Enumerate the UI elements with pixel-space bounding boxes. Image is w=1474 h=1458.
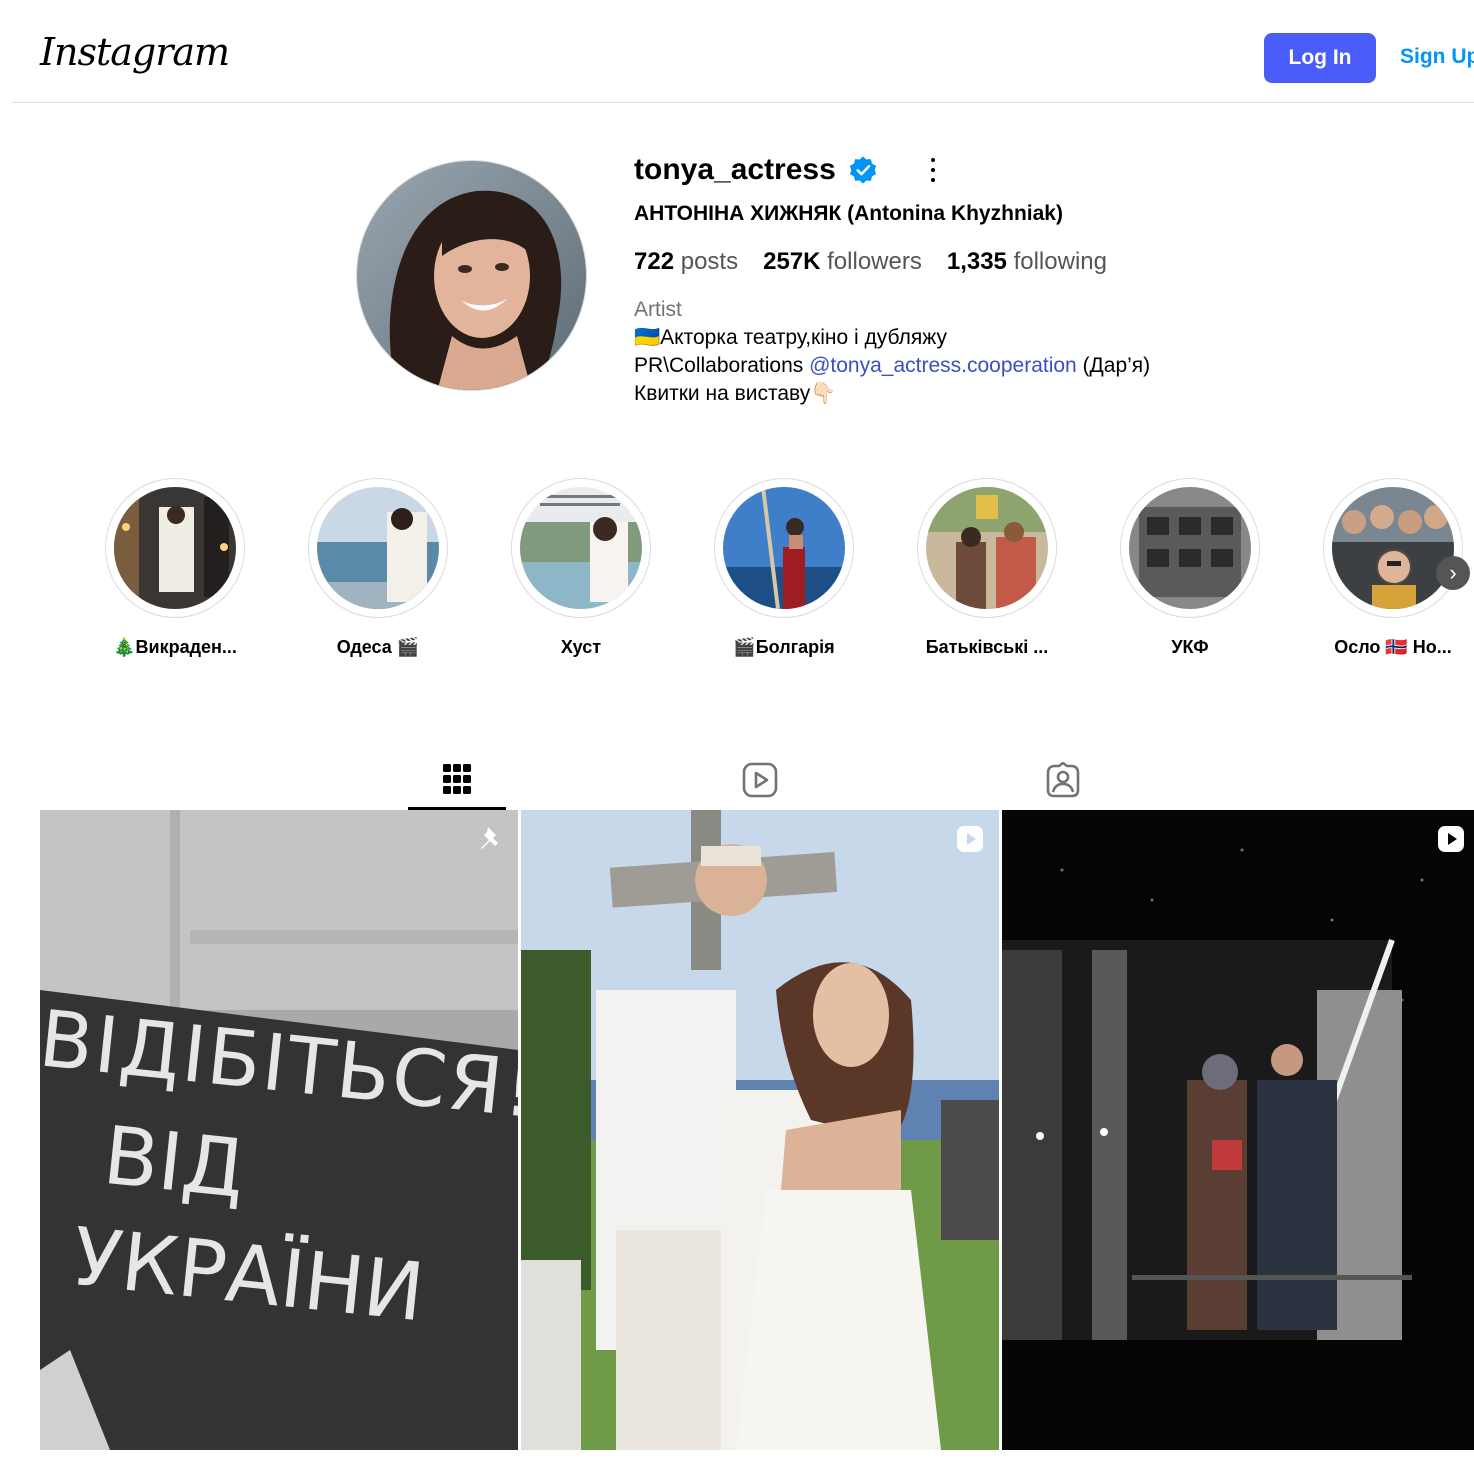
- top-header: Instagram Log In Sign Up: [12, 0, 1474, 103]
- username: tonya_actress: [634, 153, 836, 186]
- reels-tab[interactable]: [711, 750, 809, 810]
- pin-icon: [481, 827, 498, 849]
- highlight-label: УКФ: [1171, 637, 1209, 657]
- following-label: following: [1013, 248, 1107, 275]
- followers-label: followers: [827, 248, 922, 275]
- highlight-ring: [917, 478, 1057, 618]
- grid-icon: [443, 763, 471, 794]
- username-row: tonya_actress: [634, 150, 938, 190]
- verified-badge-icon: [849, 156, 876, 184]
- reels-icon: [742, 762, 778, 798]
- highlights-next-arrow-icon[interactable]: ›: [1436, 556, 1470, 590]
- more-options-icon[interactable]: [928, 158, 938, 182]
- bio-line-2: PR\Collaborations @tonya_actress.coopera…: [634, 352, 1150, 380]
- profile-stats: 722 posts 257K followers 1,335 following: [634, 248, 1132, 276]
- post-tile[interactable]: [1002, 810, 1474, 1450]
- bio-line-1: 🇺🇦Акторка театру,кіно і дубляжу: [634, 326, 948, 349]
- highlight-item[interactable]: УКФ: [1115, 478, 1265, 658]
- bio-line-3: Квитки на виставу👇🏻: [634, 382, 837, 405]
- highlight-ring: [105, 478, 245, 618]
- signup-link[interactable]: Sign Up: [1400, 45, 1474, 69]
- highlight-label: Осло 🇳🇴 Но...: [1334, 637, 1452, 657]
- tagged-tab[interactable]: [1014, 750, 1112, 810]
- highlight-label: 🎄Викраден...: [113, 637, 237, 657]
- posts-tab[interactable]: [408, 750, 506, 810]
- login-button[interactable]: Log In: [1264, 33, 1376, 83]
- following-count: 1,335: [946, 248, 1007, 275]
- bio-mention-link[interactable]: @tonya_actress.cooperation: [809, 354, 1077, 377]
- bio-category: Artist: [634, 298, 682, 321]
- post-sign-text: ВІДІБІТЬСЯ! ВІД УКРАЇНИ: [40, 994, 518, 1450]
- posts-label: posts: [680, 248, 739, 275]
- highlight-item[interactable]: 🎬Болгарія: [709, 478, 859, 658]
- sign-line-3: УКРАЇНИ: [68, 1210, 429, 1340]
- reel-icon: [1438, 826, 1464, 852]
- highlight-item[interactable]: Хуст: [506, 478, 656, 658]
- story-highlights: 🎄Викраден... Одеса 🎬 Хуст 🎬Болгарія Бать…: [100, 478, 1474, 668]
- post-tile[interactable]: ВІДІБІТЬСЯ! ВІД УКРАЇНИ: [40, 810, 518, 1450]
- tagged-icon: [1046, 762, 1080, 798]
- highlight-label: 🎬Болгарія: [733, 637, 835, 657]
- reel-icon: [957, 826, 983, 852]
- highlight-label: Хуст: [560, 637, 602, 657]
- highlight-image: [926, 487, 1048, 609]
- highlight-ring: [714, 478, 854, 618]
- bio-line-2-suffix: (Дар’я): [1076, 354, 1151, 377]
- highlight-ring: [308, 478, 448, 618]
- highlight-image: [317, 487, 439, 609]
- posts-count: 722: [634, 248, 675, 275]
- highlight-label: Одеса 🎬: [336, 637, 420, 657]
- profile-bio: Artist 🇺🇦Акторка театру,кіно і дубляжу P…: [634, 296, 1150, 408]
- highlight-image: [520, 487, 642, 609]
- highlight-label: Батьківські ...: [925, 637, 1049, 657]
- post-tile[interactable]: [521, 810, 999, 1450]
- highlight-ring: [511, 478, 651, 618]
- highlight-image: [1332, 487, 1454, 609]
- highlight-item[interactable]: 🎄Викраден...: [100, 478, 250, 658]
- highlight-image: [723, 487, 845, 609]
- bio-line-2-prefix: PR\Collaborations: [634, 354, 810, 377]
- posts-stat: 722 posts: [634, 248, 738, 276]
- highlight-ring: [1120, 478, 1260, 618]
- following-stat[interactable]: 1,335 following: [947, 248, 1107, 276]
- profile-tabs: [40, 750, 1474, 810]
- followers-stat[interactable]: 257K followers: [763, 248, 922, 276]
- highlight-ring: [1323, 478, 1463, 618]
- instagram-logo[interactable]: Instagram: [40, 30, 230, 74]
- full-name: АНТОНІНА ХИЖНЯК (Antonina Khyzhniak): [634, 202, 1063, 225]
- profile-avatar[interactable]: [356, 160, 587, 391]
- highlight-image: [1129, 487, 1251, 609]
- highlight-item[interactable]: Батьківські ...: [912, 478, 1062, 658]
- highlight-item[interactable]: Одеса 🎬: [303, 478, 453, 658]
- followers-count: 257K: [763, 248, 821, 275]
- posts-grid: ВІДІБІТЬСЯ! ВІД УКРАЇНИ: [40, 810, 1474, 1458]
- highlight-image: [114, 487, 236, 609]
